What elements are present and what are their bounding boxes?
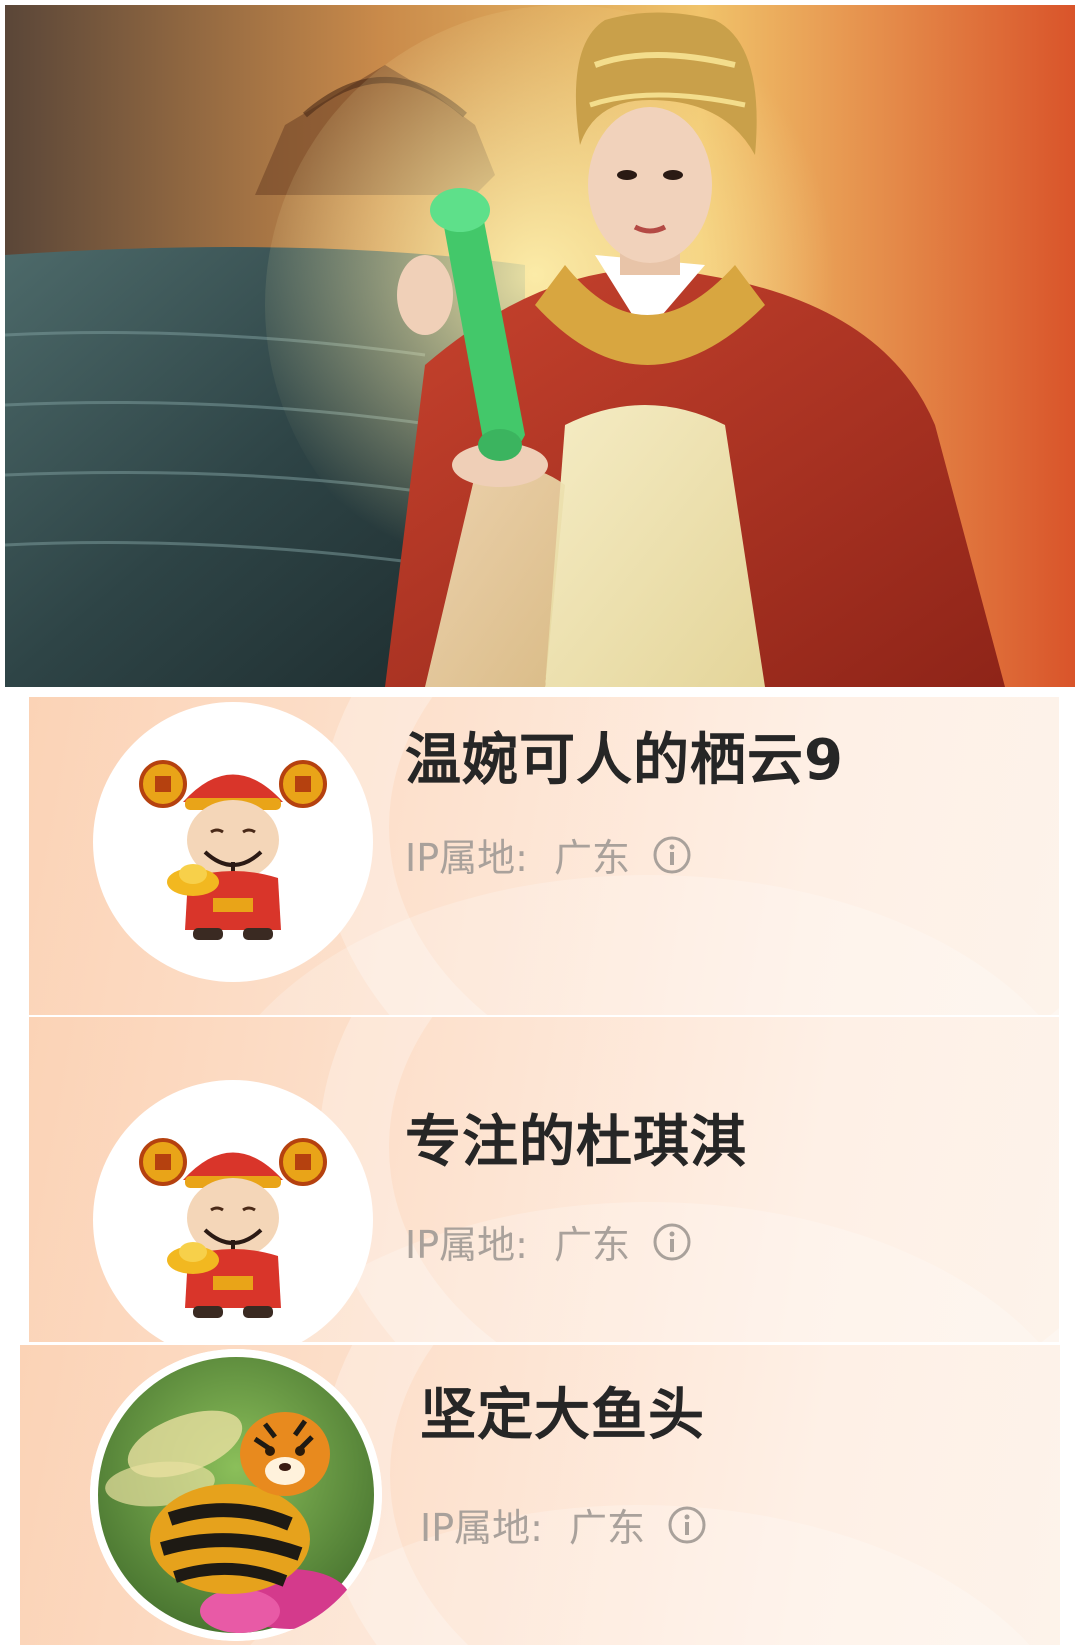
ip-value: 广东 (568, 1506, 645, 1550)
ip-value: 广东 (553, 836, 630, 880)
ip-value: 广东 (553, 1223, 630, 1267)
god-of-wealth-avatar[interactable] (93, 1080, 373, 1342)
info-icon[interactable] (667, 1505, 707, 1545)
ip-location-row: IP属地: 广东 (405, 827, 692, 882)
profile-card[interactable]: 专注的杜琪淇 IP属地: 广东 (29, 1017, 1059, 1342)
ip-location-row: IP属地: 广东 (420, 1497, 707, 1552)
profile-card[interactable]: 温婉可人的栖云9 IP属地: 广东 (29, 697, 1059, 1015)
ip-label: IP属地: (405, 1223, 528, 1267)
ip-location-row: IP属地: 广东 (405, 1214, 692, 1269)
ip-label: IP属地: (405, 836, 528, 880)
username: 坚定大鱼头 (420, 1383, 705, 1448)
god-of-wealth-avatar[interactable] (93, 702, 373, 982)
tiger-bee-avatar[interactable] (90, 1349, 382, 1641)
banner-image (5, 5, 1075, 687)
info-icon[interactable] (652, 835, 692, 875)
username: 温婉可人的栖云9 (405, 728, 844, 793)
username: 专注的杜琪淇 (405, 1110, 747, 1175)
profile-card[interactable]: 坚定大鱼头 IP属地: 广东 (20, 1345, 1060, 1645)
info-icon[interactable] (652, 1222, 692, 1262)
ip-label: IP属地: (420, 1506, 543, 1550)
